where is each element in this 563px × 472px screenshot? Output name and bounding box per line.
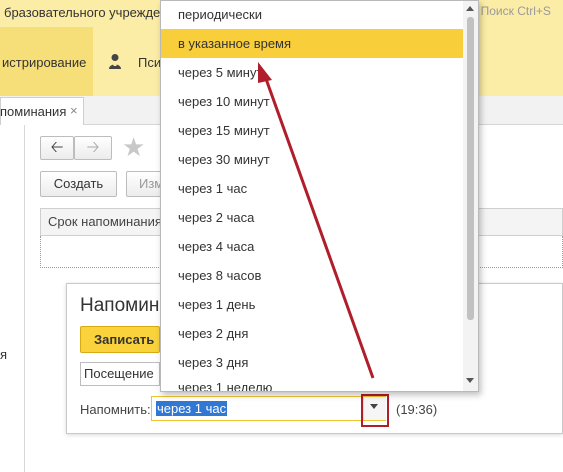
dropdown-option[interactable]: через 15 минут: [161, 116, 463, 145]
dropdown-option[interactable]: через 2 дня: [161, 319, 463, 348]
scrollbar-thumb[interactable]: [467, 17, 474, 320]
back-button[interactable]: 🡠: [40, 136, 74, 160]
remind-time: (19:36): [396, 402, 438, 417]
scroll-up-icon[interactable]: [466, 6, 474, 11]
scroll-down-icon[interactable]: [466, 378, 474, 383]
star-icon[interactable]: ★: [122, 133, 145, 161]
dropdown-option[interactable]: через 1 неделю: [161, 374, 463, 391]
dropdown-option[interactable]: через 5 минут: [161, 58, 463, 87]
save-button[interactable]: Записать: [80, 326, 160, 353]
dropdown-option[interactable]: через 1 час: [161, 174, 463, 203]
dropdown-option[interactable]: через 1 день: [161, 290, 463, 319]
create-button[interactable]: Создать: [40, 171, 117, 197]
tab-close-icon[interactable]: ×: [70, 103, 78, 118]
remind-select-value[interactable]: через 1 час: [156, 401, 228, 416]
tab-reminders-label: поминания: [0, 104, 67, 119]
user-icon: [109, 54, 121, 69]
search-placeholder: Поиск Ctrl+S: [480, 4, 551, 18]
column-header-reminder-date[interactable]: Срок напоминания: [48, 214, 162, 229]
dialog-title: Напомин: [80, 295, 160, 316]
dropdown-option[interactable]: через 10 минут: [161, 87, 463, 116]
dropdown-option[interactable]: через 8 часов: [161, 261, 463, 290]
section-psychologist-label[interactable]: Пси: [138, 55, 161, 70]
left-nav-panel: [0, 125, 25, 472]
section-administration-label: истрирование: [2, 55, 87, 70]
dropdown-option-selected[interactable]: в указанное время: [161, 29, 463, 58]
subject-field[interactable]: Посещение: [80, 362, 160, 386]
annotation-highlight-box: [361, 394, 389, 427]
dropdown-option[interactable]: через 2 часа: [161, 203, 463, 232]
window-title: бразовательного учрежде: [4, 5, 161, 20]
search-input[interactable]: ⌕ Поиск Ctrl+S: [470, 3, 563, 23]
forward-button[interactable]: 🡢: [74, 136, 112, 160]
dropdown-option[interactable]: через 3 дня: [161, 348, 463, 377]
dropdown-option[interactable]: через 4 часа: [161, 232, 463, 261]
arrow-left-icon: 🡠: [50, 139, 64, 156]
left-nav-text: я: [0, 347, 8, 362]
dropdown-option[interactable]: через 30 минут: [161, 145, 463, 174]
arrow-right-icon: 🡢: [86, 139, 100, 156]
dropdown-option[interactable]: периодически: [161, 0, 463, 29]
remind-label: Напомнить:: [80, 402, 151, 417]
